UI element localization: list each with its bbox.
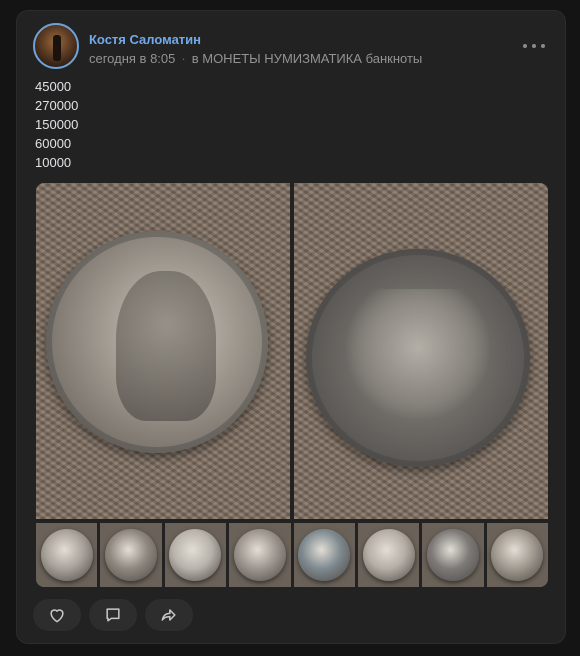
coin-reverse-photo[interactable] xyxy=(294,183,548,519)
like-button[interactable] xyxy=(33,599,81,631)
coin-obverse-photo[interactable] xyxy=(36,183,290,519)
post-card: Костя Саломатин сегодня в 8:05 · в МОНЕТЫ … xyxy=(16,10,566,644)
coin-eagle xyxy=(346,289,490,419)
text-line: 150000 xyxy=(35,117,79,132)
photo-thumbnails xyxy=(36,523,548,587)
coin-portrait xyxy=(116,271,216,421)
thumb-coin xyxy=(40,529,93,581)
thumb-coin xyxy=(169,529,222,581)
more-dots-icon[interactable] xyxy=(523,39,545,53)
thumb-coin xyxy=(491,529,544,581)
author-name[interactable]: Костя Саломатин xyxy=(89,32,201,47)
thumb-coin xyxy=(362,529,415,581)
text-line: 60000 xyxy=(35,136,72,151)
photo-thumbnail[interactable] xyxy=(100,523,162,587)
heart-icon xyxy=(50,609,64,623)
post-actions xyxy=(33,599,193,631)
text-line: 10000 xyxy=(35,155,72,170)
photo-thumbnail[interactable] xyxy=(229,523,291,587)
photo-thumbnail[interactable] xyxy=(422,523,484,587)
photo-thumbnail[interactable] xyxy=(357,523,420,587)
post-group[interactable]: в МОНЕТЫ НУМИЗМАТИКА банкноты xyxy=(192,51,423,66)
post-time[interactable]: сегодня в 8:05 xyxy=(89,51,175,66)
post-meta: сегодня в 8:05 · в МОНЕТЫ НУМИЗМАТИКА банк… xyxy=(89,51,422,66)
coin-reverse xyxy=(306,249,530,467)
thumb-coin xyxy=(426,529,479,581)
comment-icon xyxy=(106,608,120,622)
photo-thumbnail[interactable] xyxy=(293,523,355,587)
text-line: 270000 xyxy=(35,98,79,113)
coin-obverse xyxy=(46,231,268,453)
thumb-coin xyxy=(105,529,158,581)
post-text: 45000 270000 150000 60000 10000 xyxy=(35,77,78,172)
avatar-figure xyxy=(53,35,61,61)
share-button[interactable] xyxy=(145,599,193,631)
photo-thumbnail[interactable] xyxy=(164,523,227,587)
thumb-coin xyxy=(298,529,351,581)
avatar[interactable] xyxy=(33,23,79,69)
share-icon xyxy=(161,609,176,621)
text-line: 45000 xyxy=(35,79,72,94)
photo-thumbnail[interactable] xyxy=(36,523,98,587)
meta-separator: · xyxy=(181,51,186,66)
thumb-coin xyxy=(233,529,286,581)
comment-button[interactable] xyxy=(89,599,137,631)
photo-thumbnail[interactable] xyxy=(486,523,548,587)
